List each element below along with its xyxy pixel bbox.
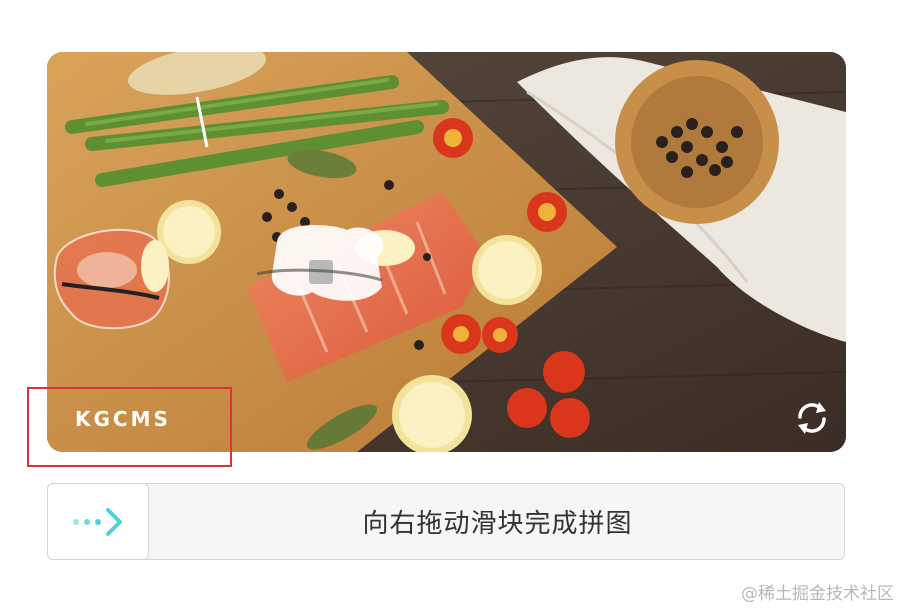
slider-hint-label: 向右拖动滑块完成拼图 xyxy=(362,509,633,539)
watermark: @稀土掘金技术社区 xyxy=(741,584,894,604)
refresh-icon[interactable] xyxy=(793,399,831,437)
puzzle-piece[interactable] xyxy=(53,229,170,330)
double-arrow-right-icon xyxy=(73,507,122,536)
captcha-widget: KGCMS 向右拖动滑块完成拼图 @稀土掘金技术社区 xyxy=(0,0,902,610)
logo-highlight-box xyxy=(27,387,232,467)
slider-handle[interactable] xyxy=(47,483,149,560)
